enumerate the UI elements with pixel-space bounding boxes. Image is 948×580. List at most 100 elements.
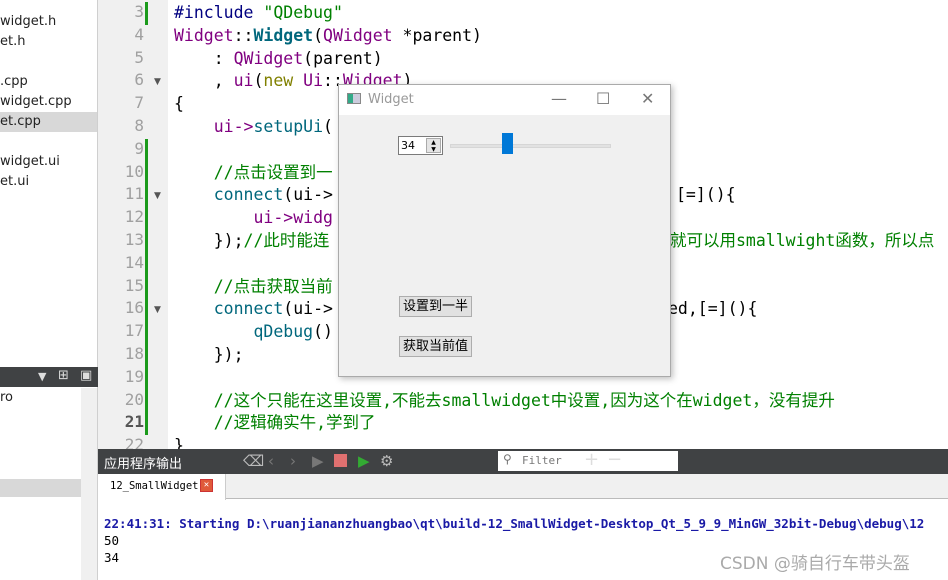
output-line: 50: [104, 533, 120, 548]
stop-icon[interactable]: [334, 454, 347, 467]
line-number: 14: [124, 252, 144, 272]
watermark: CSDN @骑自行车带头盔: [720, 554, 910, 574]
dropdown-icon[interactable]: ▼: [38, 370, 46, 383]
line-number-gutter: 3 4 5 6 7 8 9 10 11 12 13 14 15 16 17 18 19 20 21 22 ▼ ▼ ▼: [98, 0, 168, 454]
code-token: });: [174, 231, 244, 250]
settings-icon[interactable]: ⚙: [380, 452, 393, 470]
file-item[interactable]: et.h: [0, 32, 97, 52]
code-token: setupUi: [253, 117, 324, 136]
fold-arrow-icon[interactable]: ▼: [154, 77, 161, 87]
code-line: //点击获取当前: [174, 276, 333, 298]
code-token: (parent): [303, 48, 383, 68]
tab-12-smallwidget[interactable]: 12_SmallWidget ✕: [98, 474, 226, 500]
code-line: #include "QDebug": [174, 2, 343, 24]
line-number: 12: [124, 207, 144, 227]
code-line: //这个只能在这里设置,不能去smallwidget中设置,因为这个在widge…: [174, 390, 835, 412]
window-titlebar[interactable]: Widget — ☐ ✕: [339, 85, 670, 115]
split-icon[interactable]: ⊞: [58, 368, 69, 383]
code-line: : QWidget(parent): [174, 48, 383, 70]
debug-run-icon[interactable]: ▶: [358, 452, 370, 470]
fold-arrow-icon[interactable]: ▼: [154, 191, 161, 201]
clear-icon[interactable]: ⌫: [243, 452, 264, 470]
next-icon[interactable]: ›: [290, 452, 296, 470]
code-token: ui->: [174, 117, 254, 136]
code-line: //点击设置到一: [174, 162, 333, 184]
value-spinbox[interactable]: 34 ▲ ▼: [398, 136, 443, 155]
zoom-out-icon[interactable]: −: [607, 449, 622, 470]
fold-arrow-icon[interactable]: ▼: [154, 305, 161, 315]
slider-handle[interactable]: [501, 133, 513, 154]
output-title: 应用程序输出: [104, 457, 183, 472]
code-fragment: 就可以用smallwight函数，所以点: [670, 231, 935, 250]
output-line: 34: [104, 550, 120, 565]
code-token: ::: [233, 25, 254, 45]
file-item[interactable]: .cpp: [0, 72, 97, 92]
code-line: qDebug(): [174, 321, 332, 343]
close-icon[interactable]: ✕: [641, 89, 654, 108]
item-label: ro: [0, 390, 14, 405]
file-item[interactable]: et.ui: [0, 172, 97, 192]
open-docs-header: ▼ ⊞ ▣: [0, 367, 98, 387]
prev-icon[interactable]: ‹: [268, 452, 274, 470]
line-number: 16: [124, 298, 144, 318]
code-token: :: [174, 48, 234, 68]
code-token: (: [253, 71, 264, 91]
code-token: QWidget: [323, 25, 393, 45]
slider-track[interactable]: [450, 144, 611, 148]
change-marker: [145, 2, 148, 25]
code-token: QWidget: [233, 48, 304, 68]
code-token: //逻辑确实牛,学到了: [174, 413, 376, 433]
run-icon[interactable]: ▶: [312, 452, 324, 470]
code-line: }: [174, 435, 184, 449]
code-token: (ui->: [283, 299, 333, 319]
maximize-icon[interactable]: ☐: [596, 89, 610, 108]
code-line: });//此时能连: [174, 230, 330, 252]
line-number: 6: [134, 70, 144, 90]
widget-window: Widget — ☐ ✕ 34 ▲ ▼ 设置到一半 获取当前值: [338, 84, 671, 377]
code-token: (: [323, 117, 333, 136]
line-number: 9: [134, 138, 144, 158]
code-line: connect(ui->: [174, 184, 333, 206]
zoom-in-icon[interactable]: +: [584, 449, 599, 470]
file-item-selected[interactable]: et.cpp: [0, 112, 97, 132]
get-value-button[interactable]: 获取当前值: [399, 336, 472, 357]
set-half-button[interactable]: 设置到一半: [399, 296, 472, 317]
change-marker: [145, 138, 148, 436]
file-label: et.ui: [0, 174, 30, 189]
window-title: Widget: [368, 92, 414, 107]
line-number: 3: [134, 2, 144, 21]
code-token: //点击获取当前: [174, 276, 333, 296]
code-token: (ui->: [283, 185, 333, 205]
line-number: 18: [124, 344, 144, 363]
file-label: et.h: [0, 34, 26, 49]
code-line: connect(ui->: [174, 298, 333, 320]
file-label: et.cpp: [0, 114, 41, 129]
close-panel-icon[interactable]: ▣: [80, 368, 92, 383]
code-token: #include: [174, 3, 264, 22]
code-token: //这个只能在这里设置,不能去smallwidget中设置,因为这个在widge…: [174, 390, 835, 410]
file-item[interactable]: widget.cpp: [0, 92, 97, 112]
line-number: 7: [134, 93, 144, 113]
file-label: widget.h: [0, 14, 57, 29]
line-number: 4: [134, 24, 144, 44]
line-number: 11: [124, 184, 144, 204]
code-fragment: ed,[=](){: [668, 299, 758, 319]
file-item[interactable]: widget.h: [0, 12, 97, 32]
code-token: (: [313, 25, 324, 45]
spin-arrows-icon[interactable]: ▲ ▼: [426, 138, 441, 153]
code-token: new: [263, 71, 294, 91]
code-line: });: [174, 344, 244, 366]
scrollbar[interactable]: [81, 388, 97, 580]
code-token: connect: [174, 299, 284, 319]
app-icon: [347, 93, 361, 104]
code-token: "QDebug": [263, 3, 343, 22]
list-item-selected[interactable]: [0, 479, 81, 497]
code-line: Widget::Widget(QWidget *parent): [174, 25, 482, 47]
minimize-icon[interactable]: —: [551, 89, 567, 108]
file-item[interactable]: widget.ui: [0, 152, 97, 172]
filter-placeholder: Filter: [522, 454, 562, 467]
code-token: });: [174, 345, 244, 364]
line-number: 10: [124, 161, 144, 181]
close-tab-icon[interactable]: ✕: [200, 479, 213, 492]
